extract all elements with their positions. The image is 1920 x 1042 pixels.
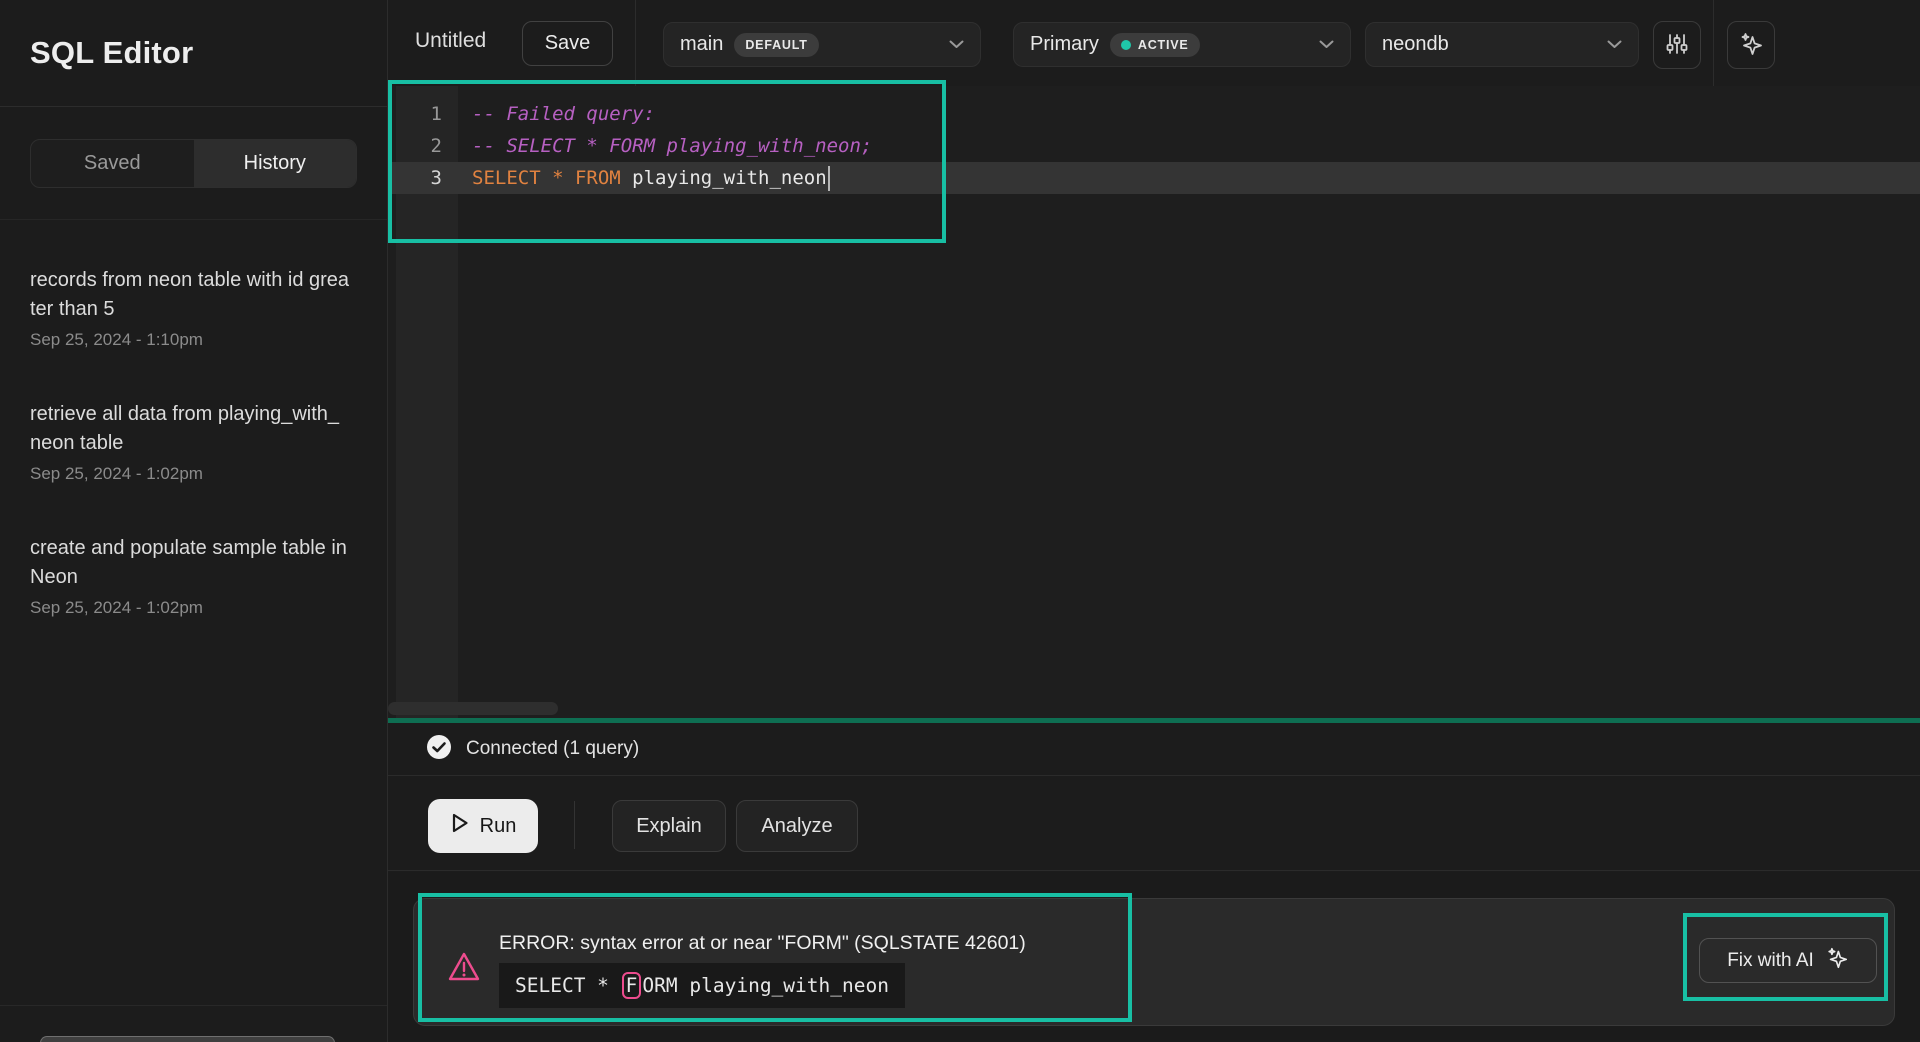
actions-divider: [574, 801, 575, 849]
database-select[interactable]: neondb: [1365, 22, 1639, 67]
compute-active-badge: ACTIVE: [1110, 33, 1200, 57]
results-area: ERROR: syntax error at or near "FORM" (S…: [388, 872, 1920, 1042]
branch-select[interactable]: main DEFAULT: [663, 22, 981, 67]
history-item[interactable]: create and populate sample table in Neon…: [30, 534, 357, 618]
chevron-down-icon: [949, 36, 964, 54]
play-icon: [450, 812, 470, 840]
history-item[interactable]: retrieve all data from playing_with_neon…: [30, 400, 357, 484]
saved-history-tab-group: Saved History: [30, 139, 357, 188]
error-token-highlight: F: [622, 972, 642, 999]
compute-active-badge-label: ACTIVE: [1138, 38, 1189, 52]
run-button-label: Run: [480, 815, 517, 838]
sql-comment: -- SELECT * FORM playing_with_neon;: [472, 135, 872, 157]
error-query-pre: SELECT *: [515, 974, 621, 997]
horizontal-scrollbar[interactable]: [388, 702, 558, 715]
history-item[interactable]: records from neon table with id greater …: [30, 266, 357, 350]
sparkle-icon: [1738, 31, 1764, 60]
analyze-button[interactable]: Analyze: [736, 800, 858, 852]
fix-with-ai-button[interactable]: Fix with AI: [1699, 938, 1877, 983]
sql-keyword: SELECT: [472, 167, 552, 189]
chevron-down-icon: [1607, 36, 1622, 54]
explain-button[interactable]: Explain: [612, 800, 726, 852]
warning-icon: [447, 951, 481, 988]
run-button[interactable]: Run: [428, 799, 538, 853]
topbar-divider: [1713, 0, 1714, 86]
code-editor[interactable]: 1 -- Failed query: 2 -- SELECT * FORM pl…: [388, 86, 1920, 718]
save-button[interactable]: Save: [522, 21, 613, 66]
settings-sliders-button[interactable]: [1653, 21, 1701, 69]
sql-table-name: playing_with_neon: [632, 167, 826, 189]
branch-default-badge: DEFAULT: [734, 33, 818, 57]
sql-star: *: [552, 167, 575, 189]
active-status-dot: [1121, 40, 1131, 50]
code-line-2[interactable]: 2 -- SELECT * FORM playing_with_neon;: [388, 130, 1920, 162]
error-query-post: ORM playing_with_neon: [642, 974, 889, 997]
error-query-snippet: SELECT * FORM playing_with_neon: [499, 963, 905, 1008]
history-item-title: create and populate sample table in Neon: [30, 534, 350, 592]
error-message: ERROR: syntax error at or near "FORM" (S…: [499, 932, 1026, 955]
history-item-title: retrieve all data from playing_with_neon…: [30, 400, 350, 458]
history-item-title: records from neon table with id greater …: [30, 266, 350, 324]
query-title[interactable]: Untitled: [415, 29, 486, 53]
line-number: 1: [388, 103, 458, 125]
main-area: Untitled Save main DEFAULT Primary ACTIV…: [388, 0, 1920, 1042]
error-panel: ERROR: syntax error at or near "FORM" (S…: [413, 898, 1895, 1026]
compute-name: Primary: [1030, 33, 1099, 56]
code-line-1[interactable]: 1 -- Failed query:: [388, 98, 1920, 130]
history-item-timestamp: Sep 25, 2024 - 1:10pm: [30, 330, 357, 350]
sidebar: SQL Editor Saved History records from ne…: [0, 0, 388, 1042]
branch-name: main: [680, 33, 723, 56]
sparkle-icon: [1825, 946, 1849, 976]
sidebar-bottom-panel-edge[interactable]: [40, 1036, 335, 1042]
tab-saved[interactable]: Saved: [31, 140, 194, 187]
query-actions-bar: Run Explain Analyze: [388, 777, 1920, 871]
topbar-divider: [635, 0, 636, 86]
chevron-down-icon: [1319, 36, 1334, 54]
sql-comment: -- Failed query:: [472, 103, 655, 125]
page-title: SQL Editor: [30, 35, 193, 71]
history-item-timestamp: Sep 25, 2024 - 1:02pm: [30, 598, 357, 618]
text-cursor: [828, 166, 830, 191]
sql-editor-app: SQL Editor Saved History records from ne…: [0, 0, 1920, 1042]
connection-status-bar: Connected (1 query): [388, 723, 1920, 776]
connection-status-text: Connected (1 query): [466, 738, 639, 760]
history-list: records from neon table with id greater …: [0, 220, 387, 618]
sidebar-tabs-section: Saved History: [0, 107, 387, 220]
line-number: 2: [388, 135, 458, 157]
sliders-icon: [1665, 32, 1689, 59]
sidebar-header: SQL Editor: [0, 0, 387, 107]
sql-keyword: FROM: [575, 167, 632, 189]
database-name: neondb: [1382, 33, 1449, 56]
ai-assistant-button[interactable]: [1727, 21, 1775, 69]
line-number: 3: [388, 167, 458, 189]
code-line-3-active[interactable]: 3 SELECT * FROM playing_with_neon: [388, 162, 1920, 194]
history-item-timestamp: Sep 25, 2024 - 1:02pm: [30, 464, 357, 484]
sidebar-bottom-divider: [0, 1005, 387, 1006]
tab-history[interactable]: History: [194, 140, 357, 187]
fix-with-ai-label: Fix with AI: [1727, 950, 1814, 972]
compute-select[interactable]: Primary ACTIVE: [1013, 22, 1351, 67]
check-circle-icon: [426, 734, 452, 765]
